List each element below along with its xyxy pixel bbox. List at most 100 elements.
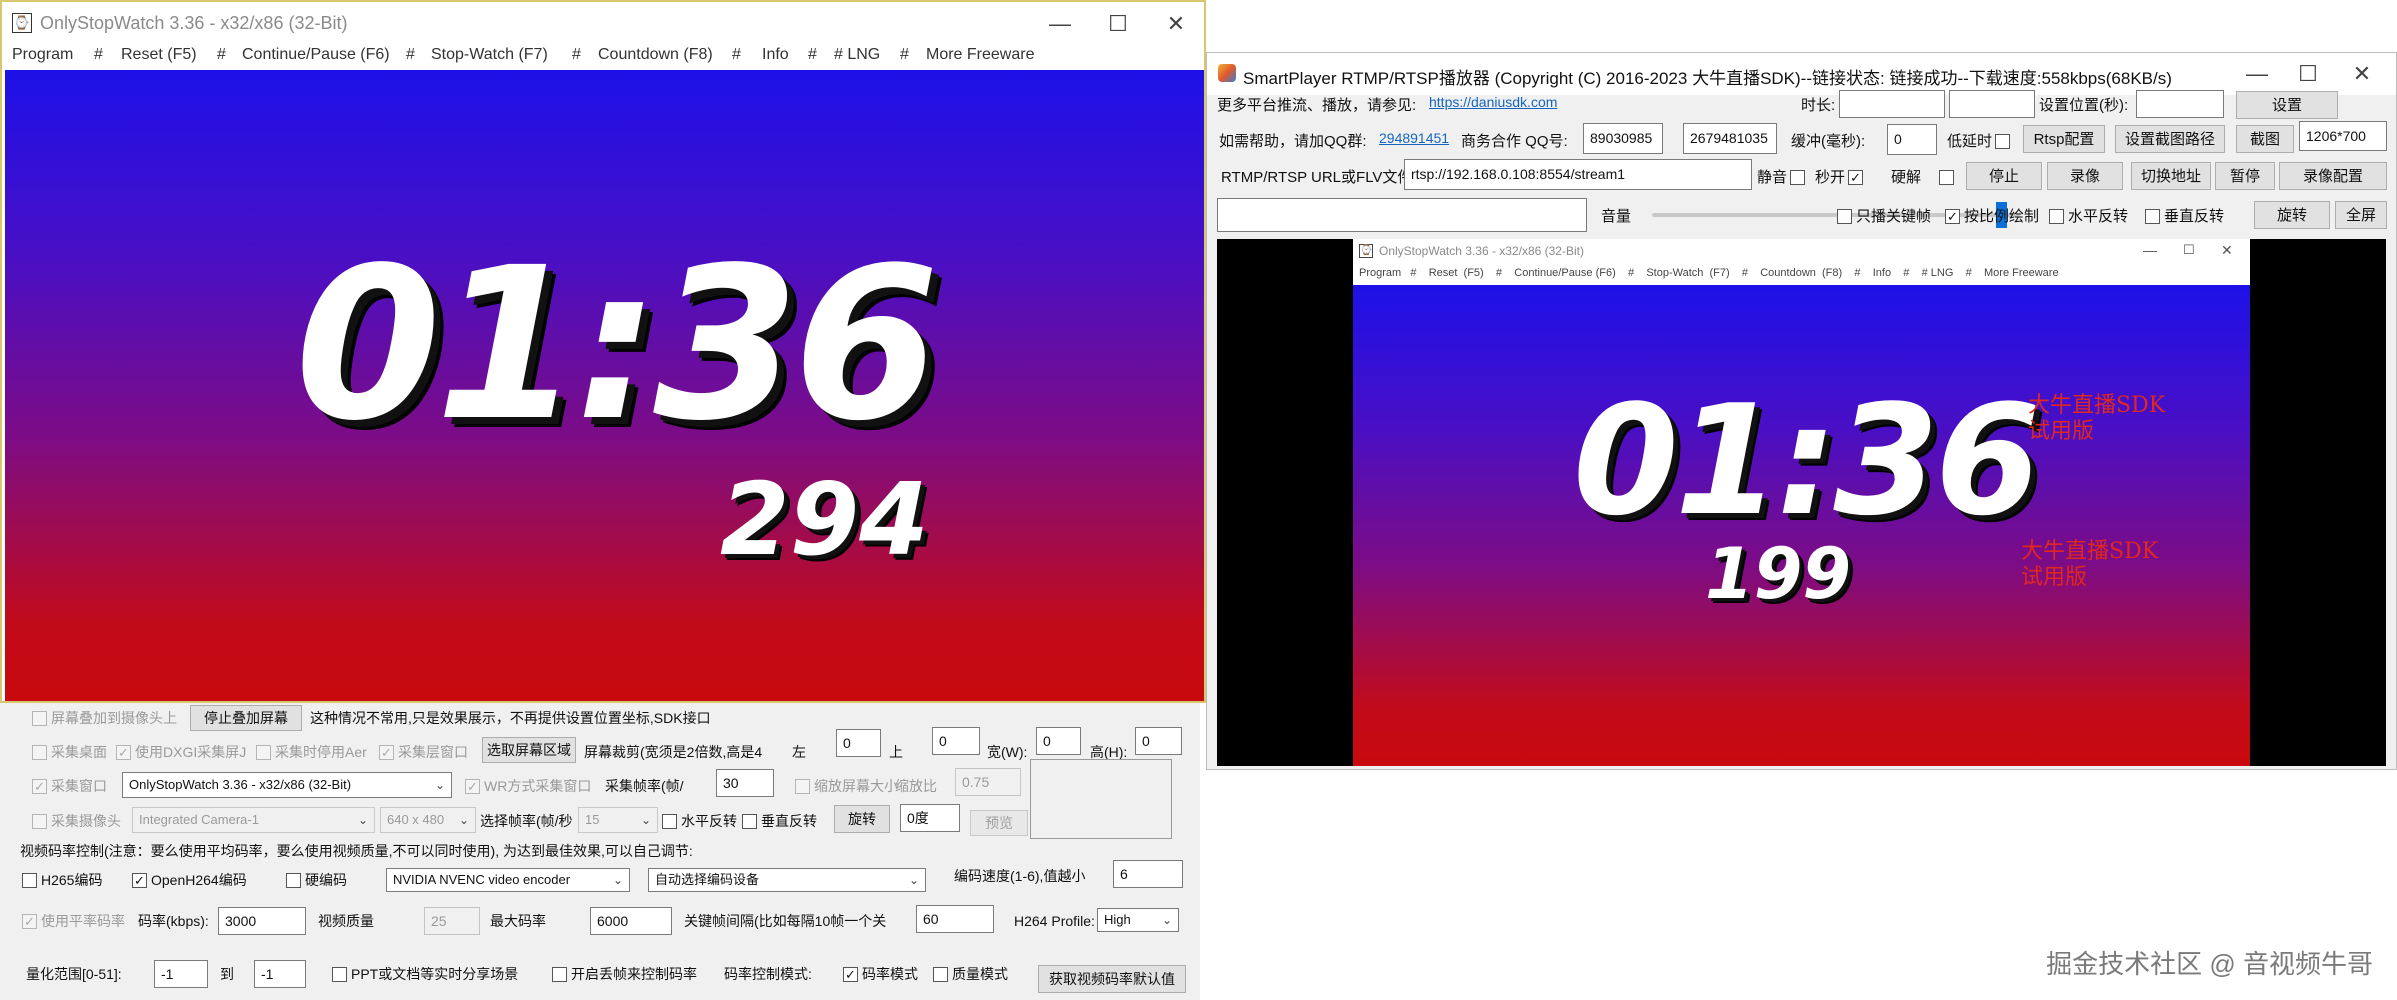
keyframe-only-checkbox[interactable]: 只播关键帧	[1837, 205, 1931, 226]
set-snapshot-path-button[interactable]: 设置截图路径	[2115, 125, 2225, 153]
duration-input[interactable]	[1839, 90, 1945, 118]
push-sdk-panel: 屏幕叠加到摄像头上 停止叠加屏幕 这种情况不常用,只是效果展示，不再提供设置位置…	[0, 703, 1200, 1000]
menu-info[interactable]: Info	[762, 46, 789, 64]
stopwatch-display: 01:36 294	[5, 70, 1204, 701]
snapshot-button[interactable]: 截图	[2236, 125, 2294, 153]
chevron-down-icon: ⌄	[640, 813, 651, 827]
low-latency-checkbox[interactable]: 低延时	[1947, 130, 2014, 151]
window-select[interactable]: OnlyStopWatch 3.36 - x32/x86 (32-Bit) ⌄	[122, 772, 452, 798]
scale-label: 缩放比	[895, 778, 937, 794]
crop-left-input[interactable]: 0	[836, 729, 881, 757]
encode-device-select[interactable]: 自动选择编码设备 ⌄	[648, 868, 926, 892]
chevron-down-icon: ⌄	[357, 813, 368, 827]
video-window-title-bar: ⌚ OnlyStopWatch 3.36 - x32/x86 (32-Bit) …	[1353, 239, 2250, 265]
vertical-flip-checkbox[interactable]: 垂直反转	[2145, 205, 2224, 226]
maximize-button[interactable]: ☐	[2285, 54, 2331, 94]
menu-countdown[interactable]: Countdown (F8)	[598, 46, 713, 64]
capture-desktop-checkbox[interactable]: 采集桌面	[32, 742, 107, 762]
disable-aero-checkbox[interactable]: 采集时停用Aer	[256, 742, 367, 762]
menu-bar: Program # Reset (F5) # Continue/Pause (F…	[2, 46, 1204, 70]
camera-select[interactable]: Integrated Camera-1 ⌄	[132, 807, 375, 833]
qq-number-2: 2679481035	[1683, 123, 1777, 154]
openh264-checkbox[interactable]: ✓ OpenH264编码	[132, 870, 247, 890]
instant-open-checkbox[interactable]: 秒开 ✓	[1815, 166, 1867, 187]
max-bitrate-input[interactable]: 6000	[590, 907, 672, 935]
scale-screen-checkbox[interactable]: 缩放屏幕大小	[795, 776, 898, 796]
quality-mode-checkbox[interactable]: 质量模式	[933, 964, 1008, 984]
stop-button[interactable]: 停止	[1966, 162, 2042, 190]
close-button[interactable]: ✕	[2339, 54, 2385, 94]
rotate-angle-input[interactable]: 0度	[900, 804, 960, 832]
duration-total-input[interactable]	[1949, 90, 2035, 118]
menu-stop-watch[interactable]: Stop-Watch (F7)	[431, 46, 548, 64]
select-screen-area-button[interactable]: 选取屏幕区域	[482, 737, 576, 763]
fullscreen-button[interactable]: 全屏	[2335, 201, 2387, 229]
average-bitrate-checkbox[interactable]: ✓ 使用平率码率	[22, 911, 125, 931]
mute-checkbox[interactable]: 静音	[1757, 166, 1809, 187]
capture-fps-input[interactable]: 30	[716, 769, 774, 797]
layered-window-checkbox[interactable]: ✓ 采集层窗口	[379, 742, 468, 762]
rotate-button[interactable]: 旋转	[834, 805, 890, 833]
capture-window-checkbox[interactable]: ✓ 采集窗口	[32, 776, 107, 796]
crop-top-input[interactable]: 0	[932, 727, 980, 755]
hflip-checkbox[interactable]: 水平反转	[662, 811, 737, 831]
set-position-label: 设置位置(秒):	[2039, 97, 2129, 114]
get-default-bitrate-button[interactable]: 获取视频码率默认值	[1038, 965, 1186, 993]
wr-capture-checkbox[interactable]: ✓ WR方式采集窗口	[465, 776, 591, 796]
preview-button[interactable]: 预览	[970, 810, 1028, 836]
ppt-share-checkbox[interactable]: PPT或文档等实时分享场景	[332, 964, 518, 984]
video-quality-input[interactable]: 25	[424, 907, 480, 935]
drop-frame-checkbox[interactable]: 开启丢帧来控制码率	[552, 964, 697, 984]
menu-program[interactable]: Program	[12, 46, 73, 64]
rotate-button[interactable]: 旋转	[2254, 201, 2330, 229]
crop-height-input[interactable]: 0	[1135, 727, 1182, 755]
left-label: 左	[792, 744, 806, 760]
encode-speed-input[interactable]: 6	[1113, 860, 1183, 888]
menu-continue-pause[interactable]: Continue/Pause (F6)	[242, 46, 390, 64]
overlay-camera-checkbox[interactable]: 屏幕叠加到摄像头上	[32, 708, 177, 728]
bitrate-mode-checkbox[interactable]: ✓ 码率模式	[843, 964, 918, 984]
menu-more-freeware[interactable]: More Freeware	[926, 46, 1034, 64]
menu-reset[interactable]: Reset (F5)	[121, 46, 197, 64]
qp-max-input[interactable]: -1	[254, 960, 306, 988]
keyframe-interval-input[interactable]: 60	[916, 905, 994, 933]
stop-overlay-button[interactable]: 停止叠加屏幕	[190, 705, 302, 731]
pause-button[interactable]: 暂停	[2215, 162, 2275, 190]
chevron-down-icon: ⌄	[612, 873, 623, 887]
maximize-button[interactable]: ☐	[1095, 4, 1141, 44]
close-button[interactable]: ✕	[1153, 4, 1199, 44]
record-button[interactable]: 录像	[2047, 162, 2123, 190]
minimize-button[interactable]: —	[1037, 4, 1083, 44]
help-label: 如需帮助，请加QQ群:	[1219, 133, 1367, 150]
set-position-input[interactable]	[2136, 90, 2224, 118]
hardware-encode-checkbox[interactable]: 硬编码	[286, 870, 347, 890]
minimize-button[interactable]: —	[2234, 54, 2280, 94]
h264-profile-select[interactable]: High ⌄	[1097, 908, 1179, 932]
minimize-icon: —	[2143, 242, 2157, 258]
website-link[interactable]: https://daniusdk.com	[1429, 94, 1557, 110]
switch-url-button[interactable]: 切换地址	[2131, 162, 2211, 190]
url-input[interactable]: rtsp://192.168.0.108:8554/stream1	[1404, 159, 1752, 190]
bitrate-input[interactable]: 3000	[218, 907, 306, 935]
set-position-button[interactable]: 设置	[2236, 91, 2338, 119]
horizontal-flip-checkbox[interactable]: 水平反转	[2049, 205, 2128, 226]
scale-input[interactable]: 0.75	[955, 768, 1021, 796]
camera-resolution-select[interactable]: 640 x 480 ⌄	[380, 807, 476, 833]
dxgi-checkbox[interactable]: ✓ 使用DXGI采集屏J	[116, 742, 246, 762]
crop-width-input[interactable]: 0	[1036, 727, 1081, 755]
menu-lng[interactable]: # LNG	[834, 46, 880, 64]
bitrate-control-note: 视频码率控制(注意：要么使用平均码率，要么使用视频质量,不可以同时使用), 为达…	[20, 843, 693, 859]
rtsp-config-button[interactable]: Rtsp配置	[2023, 125, 2105, 153]
hardware-decode-checkbox[interactable]: 硬解	[1891, 166, 1958, 187]
qq-group-link[interactable]: 294891451	[1379, 130, 1449, 146]
qp-min-input[interactable]: -1	[154, 960, 208, 988]
ratio-draw-checkbox[interactable]: ✓ 按比例绘制	[1945, 205, 2039, 226]
buffer-input[interactable]: 0	[1887, 124, 1937, 155]
h265-checkbox[interactable]: H265编码	[22, 870, 102, 890]
encoder-select[interactable]: NVIDIA NVENC video encoder ⌄	[386, 868, 630, 892]
url-label: RTMP/RTSP URL或FLV文件	[1221, 169, 1413, 186]
vflip-checkbox[interactable]: 垂直反转	[742, 811, 817, 831]
record-config-button[interactable]: 录像配置	[2279, 162, 2387, 190]
camera-fps-select[interactable]: 15 ⌄	[578, 807, 658, 833]
capture-camera-checkbox[interactable]: 采集摄像头	[32, 811, 121, 831]
